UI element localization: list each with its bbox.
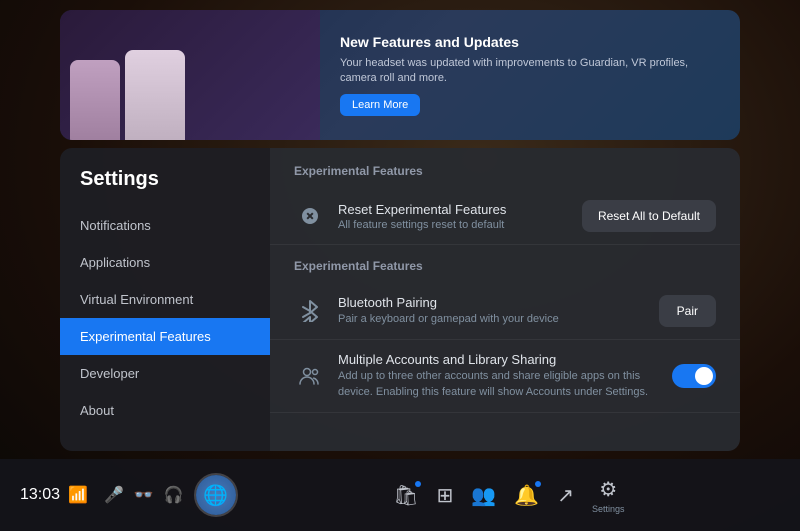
pair-button[interactable]: Pair (659, 295, 716, 327)
learn-more-button[interactable]: Learn More (340, 94, 420, 116)
wifi-icon: 📶 (68, 485, 88, 505)
bluetooth-subtitle: Pair a keyboard or gamepad with your dev… (338, 312, 647, 327)
taskbar-time: 13:03 (20, 486, 60, 504)
section-header-1: Experimental Features (270, 148, 740, 188)
home-icon: 🌐 (196, 475, 236, 515)
taskbar-store-icon[interactable]: 🛍 (393, 483, 418, 508)
store-dot (415, 481, 421, 487)
sidebar-item-developer[interactable]: Developer (60, 355, 270, 392)
taskbar-settings-icon[interactable]: ⚙ Settings (592, 477, 625, 514)
home-button[interactable]: 🌐 (194, 473, 238, 517)
toggle-knob (695, 367, 713, 385)
taskbar-bell-icon[interactable]: 🔔 (514, 483, 539, 508)
settings-label: Settings (592, 504, 625, 514)
sidebar: Settings Notifications Applications Virt… (60, 148, 270, 451)
reset-all-button[interactable]: Reset All to Default (582, 200, 716, 232)
glasses-icon[interactable]: 👓 (134, 485, 154, 505)
bluetooth-title: Bluetooth Pairing (338, 295, 647, 310)
headset-icon[interactable]: 🎧 (164, 485, 184, 505)
taskbar-grid-icon[interactable]: ⊞ (437, 483, 454, 508)
reset-experimental-row: Reset Experimental Features All feature … (270, 188, 740, 245)
taskbar-left-icons: 🎤 👓 🎧 (104, 485, 184, 505)
reset-text: Reset Experimental Features All feature … (338, 202, 570, 231)
reset-title: Reset Experimental Features (338, 202, 570, 217)
banner-content: New Features and Updates Your headset wa… (320, 19, 740, 132)
accounts-toggle[interactable] (672, 364, 716, 388)
banner-title: New Features and Updates (340, 34, 720, 50)
reset-icon (294, 200, 326, 232)
bluetooth-text: Bluetooth Pairing Pair a keyboard or gam… (338, 295, 647, 327)
figure-2 (125, 50, 185, 140)
taskbar: 13:03 📶 🎤 👓 🎧 🌐 🛍 ⊞ 👥 🔔 ↗ ⚙ Settings (0, 459, 800, 531)
accounts-icon (294, 360, 326, 392)
sidebar-item-virtual-environment[interactable]: Virtual Environment (60, 281, 270, 318)
section-header-2: Experimental Features (270, 245, 740, 283)
mic-icon[interactable]: 🎤 (104, 485, 124, 505)
accounts-text: Multiple Accounts and Library Sharing Ad… (338, 352, 660, 400)
sidebar-title: Settings (60, 168, 270, 207)
settings-panel: Settings Notifications Applications Virt… (60, 148, 740, 451)
multiple-accounts-row: Multiple Accounts and Library Sharing Ad… (270, 340, 740, 413)
banner-description: Your headset was updated with improvemen… (340, 56, 720, 87)
taskbar-share-icon[interactable]: ↗ (557, 483, 574, 508)
content-area: Experimental Features Reset Experimental… (270, 148, 740, 451)
reset-subtitle: All feature settings reset to default (338, 219, 570, 231)
update-banner: New Features and Updates Your headset wa… (60, 10, 740, 140)
taskbar-center-icons: 🛍 ⊞ 👥 🔔 ↗ ⚙ Settings (238, 477, 780, 514)
banner-figures (70, 50, 185, 140)
sidebar-item-about[interactable]: About (60, 392, 270, 429)
bluetooth-icon (294, 295, 326, 327)
bluetooth-pairing-row: Bluetooth Pairing Pair a keyboard or gam… (270, 283, 740, 340)
sidebar-item-applications[interactable]: Applications (60, 244, 270, 281)
sidebar-item-notifications[interactable]: Notifications (60, 207, 270, 244)
banner-image (60, 10, 320, 140)
sidebar-item-experimental-features[interactable]: Experimental Features (60, 318, 270, 355)
bell-dot (535, 481, 541, 487)
taskbar-people-icon[interactable]: 👥 (471, 483, 496, 508)
figure-1 (70, 60, 120, 140)
accounts-title: Multiple Accounts and Library Sharing (338, 352, 660, 367)
accounts-subtitle: Add up to three other accounts and share… (338, 369, 658, 400)
